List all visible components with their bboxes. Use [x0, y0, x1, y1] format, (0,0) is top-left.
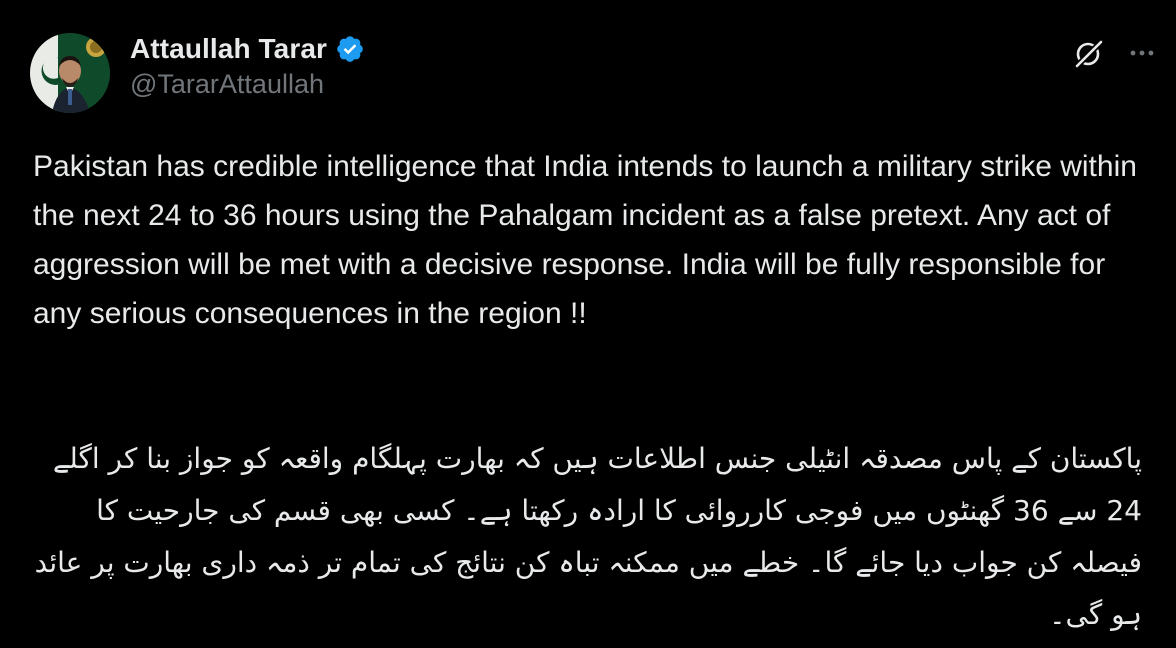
avatar-image	[30, 33, 110, 113]
top-actions	[1072, 36, 1158, 70]
author-info: Attaullah Tarar @TararAttaullah	[130, 33, 365, 100]
tweet: Attaullah Tarar @TararAttaullah Pakistan…	[0, 0, 1176, 648]
tweet-header: Attaullah Tarar @TararAttaullah	[30, 28, 365, 118]
grok-icon[interactable]	[1072, 36, 1106, 70]
post-text-urdu: پاکستان کے پاس مصدقہ انٹیلی جنس اطلاعات …	[34, 442, 1142, 631]
more-options-icon[interactable]	[1126, 37, 1158, 69]
post-text-english: Pakistan has credible intelligence that …	[33, 150, 1146, 330]
display-name[interactable]: Attaullah Tarar	[130, 33, 327, 65]
user-handle[interactable]: @TararAttaullah	[130, 69, 365, 100]
name-row: Attaullah Tarar	[130, 33, 365, 65]
verified-badge-icon[interactable]	[335, 34, 365, 64]
avatar[interactable]	[30, 33, 110, 113]
